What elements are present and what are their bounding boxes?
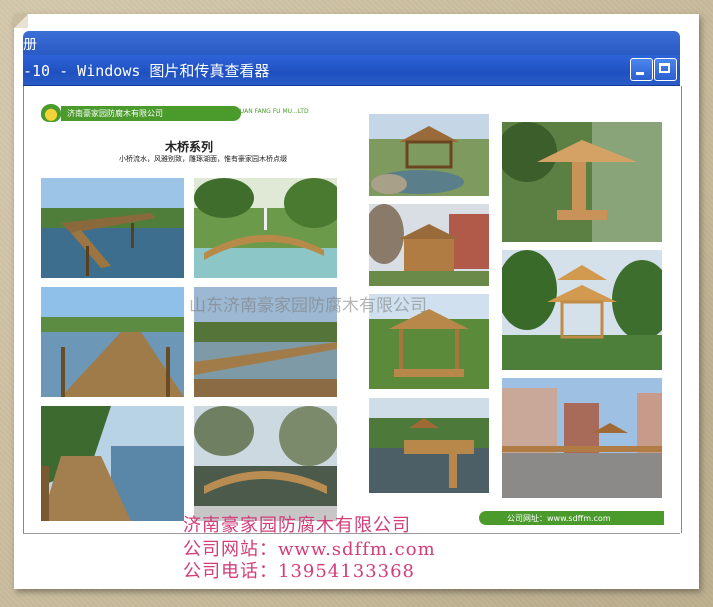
brochure-image: 济南豪家园防腐木有限公司 JI NAN HAO JIA YUAN FANG FU…: [24, 86, 681, 533]
paper-corner: [14, 14, 28, 28]
bridge-photo-5: [41, 406, 184, 521]
pavilion-photo-5: [502, 122, 662, 242]
window-title: -10 - Windows 图片和传真查看器: [23, 62, 270, 80]
image-viewer-canvas[interactable]: 济南豪家园防腐木有限公司 JI NAN HAO JIA YUAN FANG FU…: [23, 86, 682, 533]
series-subtitle: 小桥流水，风雅别致，雕琢湖面，惟有豪家园木桥点缀: [119, 155, 287, 163]
pavilion-photo-4: [369, 398, 489, 493]
bridge-photo-3: [41, 287, 184, 397]
viewer-titlebar[interactable]: -10 - Windows 图片和传真查看器: [23, 55, 680, 86]
brochure-footer-url: 公司网址：www.sdffm.com: [507, 514, 611, 523]
watermark-text: 山东济南豪家园防腐木有限公司: [189, 296, 427, 316]
contact-company: 济南豪家园防腐木有限公司: [183, 515, 411, 536]
company-logo-icon: [41, 104, 61, 122]
series-title: 木桥系列: [164, 140, 213, 154]
pavilion-photo-7: [502, 378, 662, 498]
maximize-button[interactable]: [654, 58, 677, 81]
background-window-title: 册: [23, 37, 37, 53]
pavilion-photo-1: [369, 114, 489, 196]
bridge-photo-2: [194, 178, 337, 278]
pavilion-photo-2: [369, 204, 489, 286]
bridge-photo-6: [194, 406, 337, 521]
company-banner-text: 济南豪家园防腐木有限公司: [67, 109, 163, 118]
brochure-header: 济南豪家园防腐木有限公司 JI NAN HAO JIA YUAN FANG FU…: [41, 104, 311, 124]
brochure-footer: 公司网址：www.sdffm.com: [479, 511, 664, 525]
background-window-titlebar: 册: [23, 31, 680, 55]
company-pinyin: JI NAN HAO JIA YUAN FANG FU MU...LTD: [191, 108, 309, 115]
bridge-photo-1: [41, 178, 184, 278]
contact-phone: 公司电话：13954133368: [183, 561, 415, 582]
minimize-button[interactable]: [630, 58, 653, 81]
pavilion-photo-6: [502, 250, 662, 370]
